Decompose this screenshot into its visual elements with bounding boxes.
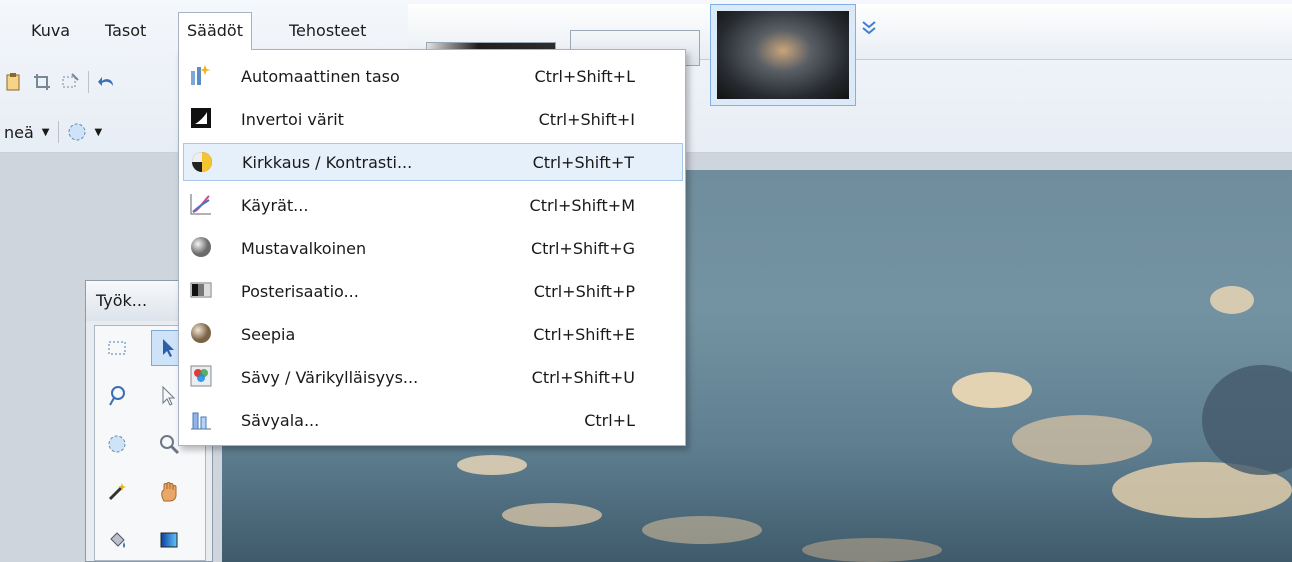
black-white-icon	[189, 235, 213, 259]
invert-colors-icon	[189, 106, 213, 130]
paint-bucket-icon[interactable]	[99, 522, 135, 558]
deselect-icon[interactable]	[60, 72, 80, 92]
image-thumbnail-active[interactable]	[710, 4, 856, 106]
toolbar-row-1	[4, 65, 117, 99]
rectangle-select-icon[interactable]	[99, 330, 135, 366]
menu-item-shortcut: Ctrl+Shift+L	[534, 66, 635, 86]
ellipse-select-icon[interactable]	[67, 122, 87, 142]
menu-item-posterize[interactable]: Posterisaatio... Ctrl+Shift+P	[183, 272, 683, 310]
menu-saadot[interactable]: Säädöt	[178, 12, 252, 50]
toolbar-separator	[88, 71, 89, 93]
pan-hand-icon[interactable]	[151, 474, 187, 510]
undo-icon[interactable]	[97, 72, 117, 92]
toolbar-row-2: neä ▼ ▼	[4, 115, 102, 149]
menu-bar: Kuva Tasot Säädöt Tehosteet	[0, 6, 410, 50]
ellipse-select-icon[interactable]	[99, 426, 135, 462]
menu-item-label: Sävy / Värikylläisyys...	[241, 367, 419, 387]
menu-item-label: Kirkkaus / Kontrasti...	[242, 152, 413, 172]
selection-mode-label[interactable]: neä	[4, 123, 34, 142]
paste-new-icon[interactable]	[4, 72, 24, 92]
adjustments-dropdown-menu: Automaattinen taso Ctrl+Shift+L Invertoi…	[178, 49, 686, 446]
toolbar-separator	[57, 121, 59, 143]
menu-item-shortcut: Ctrl+Shift+E	[533, 324, 635, 344]
menu-item-levels[interactable]: Sävyala... Ctrl+L	[183, 401, 683, 439]
menu-item-label: Käyrät...	[241, 195, 309, 215]
menu-item-shortcut: Ctrl+Shift+U	[531, 367, 635, 387]
menu-item-label: Mustavalkoinen	[241, 238, 367, 258]
menu-item-label: Automaattinen taso	[241, 66, 400, 86]
hue-saturation-icon	[189, 364, 213, 388]
menu-item-hue-saturation[interactable]: Sävy / Värikylläisyys... Ctrl+Shift+U	[183, 358, 683, 396]
menu-item-shortcut: Ctrl+Shift+P	[533, 281, 635, 301]
chevron-down-icon[interactable]: ▼	[95, 127, 103, 138]
menu-item-label: Sävyala...	[241, 410, 320, 430]
menu-item-shortcut: Ctrl+Shift+I	[538, 109, 635, 129]
auto-level-icon	[189, 63, 213, 87]
magic-wand-icon[interactable]	[99, 474, 135, 510]
menu-item-sepia[interactable]: Seepia Ctrl+Shift+E	[183, 315, 683, 353]
menu-item-black-white[interactable]: Mustavalkoinen Ctrl+Shift+G	[183, 229, 683, 267]
menu-item-label: Posterisaatio...	[241, 281, 359, 301]
thumbnail-image	[717, 11, 849, 99]
brightness-contrast-icon	[190, 150, 214, 174]
menu-tasot[interactable]: Tasot	[96, 12, 155, 50]
sepia-icon	[189, 321, 213, 345]
curves-icon	[189, 192, 213, 216]
crop-icon[interactable]	[32, 72, 52, 92]
menu-item-invert-colors[interactable]: Invertoi värit Ctrl+Shift+I	[183, 100, 683, 138]
levels-icon	[189, 407, 213, 431]
menu-item-shortcut: Ctrl+Shift+G	[530, 238, 635, 258]
gradient-icon[interactable]	[151, 522, 187, 558]
menu-tehosteet[interactable]: Tehosteet	[280, 12, 375, 50]
double-chevron-down-icon[interactable]	[860, 18, 878, 36]
menu-kuva[interactable]: Kuva	[22, 12, 79, 50]
menu-item-label: Invertoi värit	[241, 109, 344, 129]
lasso-select-icon[interactable]	[99, 378, 135, 414]
menu-item-shortcut: Ctrl+Shift+T	[532, 152, 634, 172]
chevron-down-icon[interactable]: ▼	[42, 127, 50, 138]
menu-item-shortcut: Ctrl+L	[584, 410, 635, 430]
menu-item-shortcut: Ctrl+Shift+M	[529, 195, 635, 215]
menu-item-label: Seepia	[241, 324, 296, 344]
menu-item-brightness-contrast[interactable]: Kirkkaus / Kontrasti... Ctrl+Shift+T	[183, 143, 683, 181]
menu-item-auto-level[interactable]: Automaattinen taso Ctrl+Shift+L	[183, 57, 683, 95]
posterize-icon	[189, 278, 213, 302]
menu-item-curves[interactable]: Käyrät... Ctrl+Shift+M	[183, 186, 683, 224]
